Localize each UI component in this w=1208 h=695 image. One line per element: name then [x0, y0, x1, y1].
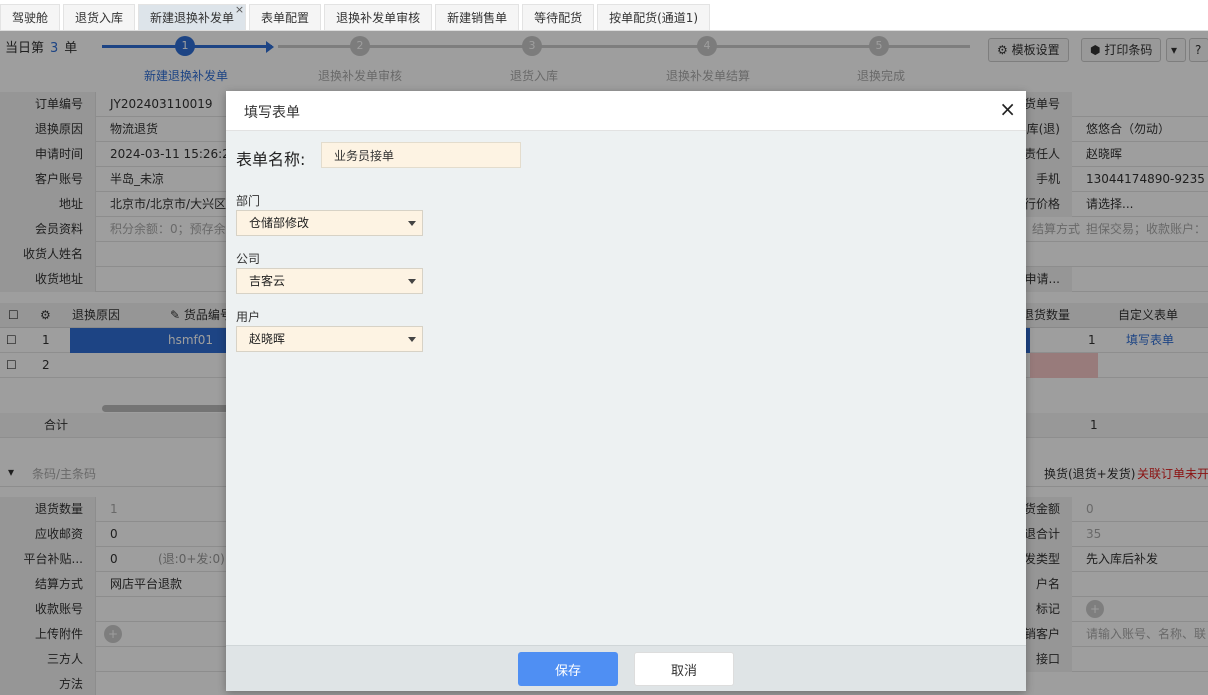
- tab-exchange-audit[interactable]: 退换补发单审核: [324, 4, 433, 30]
- tab-waiting-pick[interactable]: 等待配货: [522, 4, 595, 30]
- dialog-title: 填写表单: [244, 105, 300, 121]
- close-icon[interactable]: ×: [999, 98, 1016, 120]
- tab-new-sales-order[interactable]: 新建销售单: [435, 4, 520, 30]
- user-select[interactable]: 赵晓晖: [236, 326, 423, 352]
- tab-order-pick[interactable]: 按单配货(通道1): [597, 4, 711, 30]
- form-name-label: 表单名称:: [236, 150, 306, 169]
- chevron-down-icon: [408, 337, 416, 342]
- company-label: 公司: [236, 252, 261, 266]
- tab-label: 新建退换补发单: [150, 11, 235, 25]
- top-tab-bar: 驾驶舱 退货入库 新建退换补发单 × 表单配置 退换补发单审核 新建销售单 等待…: [0, 0, 1208, 31]
- tab-form-config[interactable]: 表单配置: [249, 4, 322, 30]
- save-button[interactable]: 保存: [518, 652, 618, 686]
- department-select[interactable]: 仓储部修改: [236, 210, 423, 236]
- tab-new-exchange-order[interactable]: 新建退换补发单 ×: [138, 3, 247, 30]
- tab-close-icon[interactable]: ×: [235, 0, 244, 23]
- company-select[interactable]: 吉客云: [236, 268, 423, 294]
- department-value: 仓储部修改: [249, 216, 310, 230]
- dialog-footer: 保存 取消: [226, 645, 1026, 691]
- user-label: 用户: [236, 310, 261, 324]
- dialog-header: 填写表单 ×: [226, 91, 1026, 131]
- tab-cockpit[interactable]: 驾驶舱: [0, 4, 61, 30]
- chevron-down-icon: [408, 279, 416, 284]
- form-name-input[interactable]: [321, 142, 521, 168]
- user-value: 赵晓晖: [249, 332, 286, 346]
- tab-return-stock-in[interactable]: 退货入库: [63, 4, 136, 30]
- chevron-down-icon: [408, 221, 416, 226]
- fill-form-dialog: 填写表单 × 表单名称: 部门 仓储部修改 公司 吉客云 用户 赵晓晖 保存 取…: [226, 91, 1026, 691]
- company-value: 吉客云: [249, 274, 286, 288]
- cancel-button[interactable]: 取消: [634, 652, 734, 686]
- department-label: 部门: [236, 194, 261, 208]
